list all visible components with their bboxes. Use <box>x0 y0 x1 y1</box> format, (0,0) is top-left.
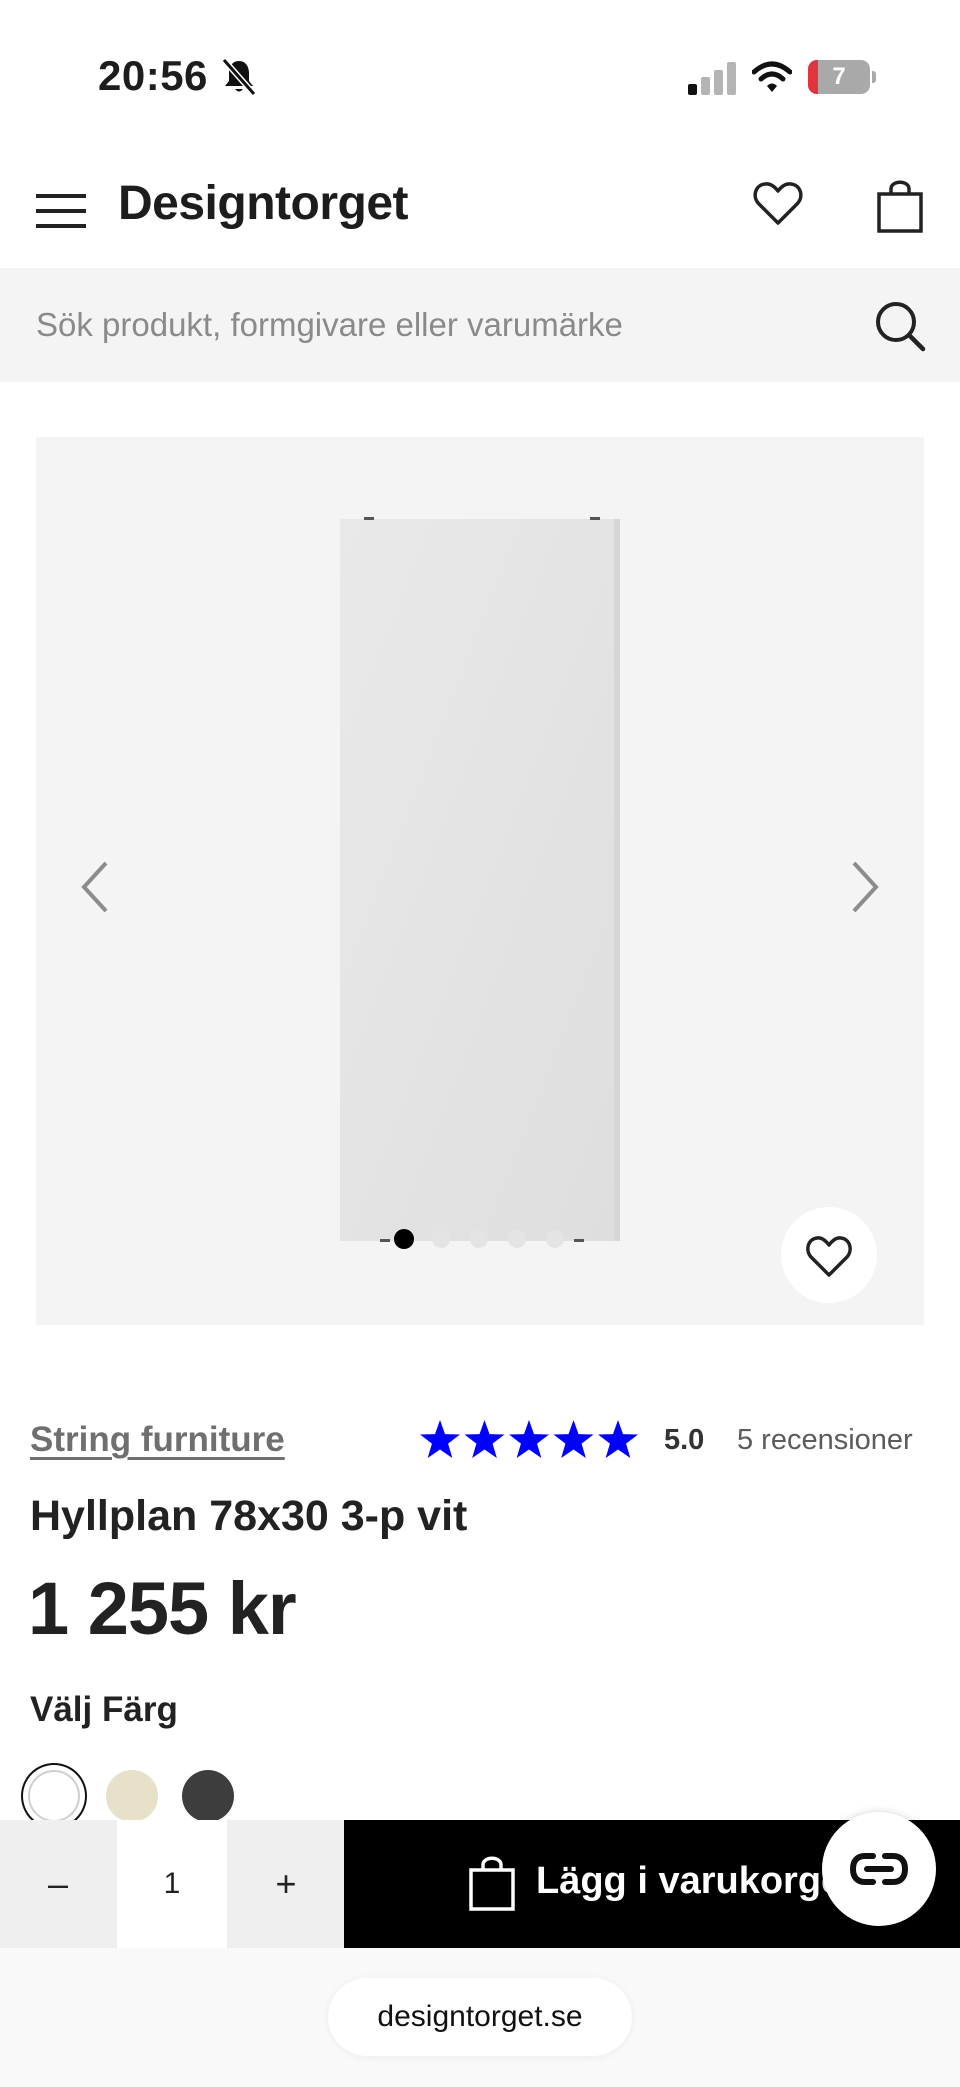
site-header: Designtorget <box>0 160 960 268</box>
star-icon <box>598 1420 638 1458</box>
color-swatch-dark-grey[interactable] <box>182 1770 234 1822</box>
heart-icon[interactable] <box>752 178 804 230</box>
heart-icon <box>806 1236 852 1277</box>
product-title: Hyllplan 78x30 3-p vit <box>30 1492 468 1540</box>
product-image-gallery[interactable] <box>36 437 924 1325</box>
browser-bottom-bar: designtorget.se <box>0 1948 960 2087</box>
url-bar[interactable]: designtorget.se <box>328 1978 632 2056</box>
chevron-left-icon[interactable] <box>76 857 116 917</box>
add-to-wishlist-button[interactable] <box>781 1207 877 1303</box>
battery-icon: 7 <box>808 60 876 94</box>
product-image <box>340 517 620 1242</box>
chevron-right-icon[interactable] <box>844 857 884 917</box>
gallery-pagination[interactable] <box>394 1229 604 1250</box>
color-swatch-beige[interactable] <box>106 1770 158 1822</box>
rating-value: 5.0 <box>664 1424 705 1456</box>
star-icon <box>464 1420 505 1458</box>
color-swatch-white[interactable] <box>28 1770 80 1822</box>
menu-icon[interactable] <box>36 186 88 236</box>
bell-muted-icon <box>222 58 256 96</box>
product-price: 1 255 kr <box>28 1567 297 1650</box>
brand-logo[interactable]: Designtorget <box>118 176 409 231</box>
add-to-cart-label: Lägg i varukorgen <box>536 1860 866 1902</box>
shopping-bag-icon[interactable] <box>876 178 924 234</box>
add-to-cart-bar: – + Lägg i varukorgen <box>0 1820 960 1948</box>
wifi-icon <box>752 61 792 92</box>
star-icon <box>553 1420 594 1458</box>
gallery-dot[interactable] <box>508 1230 526 1248</box>
quantity-field[interactable] <box>117 1820 227 1948</box>
product-brand-link[interactable]: String furniture <box>30 1420 285 1460</box>
star-icon <box>420 1420 460 1458</box>
color-label: Välj Färg <box>30 1690 178 1729</box>
reviews-link[interactable]: 5 recensioner <box>737 1424 913 1457</box>
rating-stars[interactable] <box>418 1418 640 1462</box>
gallery-dot[interactable] <box>546 1230 564 1248</box>
chat-button[interactable] <box>822 1812 936 1926</box>
search-icon[interactable] <box>874 300 926 352</box>
signal-icon <box>688 62 736 95</box>
quantity-increase-button[interactable]: + <box>228 1820 344 1948</box>
gallery-dot[interactable] <box>470 1230 488 1248</box>
status-time: 20:56 <box>98 52 208 99</box>
star-icon <box>509 1420 549 1458</box>
search-input[interactable] <box>36 268 856 382</box>
status-bar: 20:56 7 <box>0 0 960 150</box>
shopping-bag-icon <box>469 1856 515 1911</box>
gallery-dot[interactable] <box>394 1229 414 1249</box>
search-bar <box>0 268 960 382</box>
chat-icon <box>849 1853 909 1885</box>
gallery-dot[interactable] <box>432 1230 450 1248</box>
quantity-decrease-button[interactable]: – <box>0 1820 116 1948</box>
battery-level: 7 <box>832 63 846 90</box>
